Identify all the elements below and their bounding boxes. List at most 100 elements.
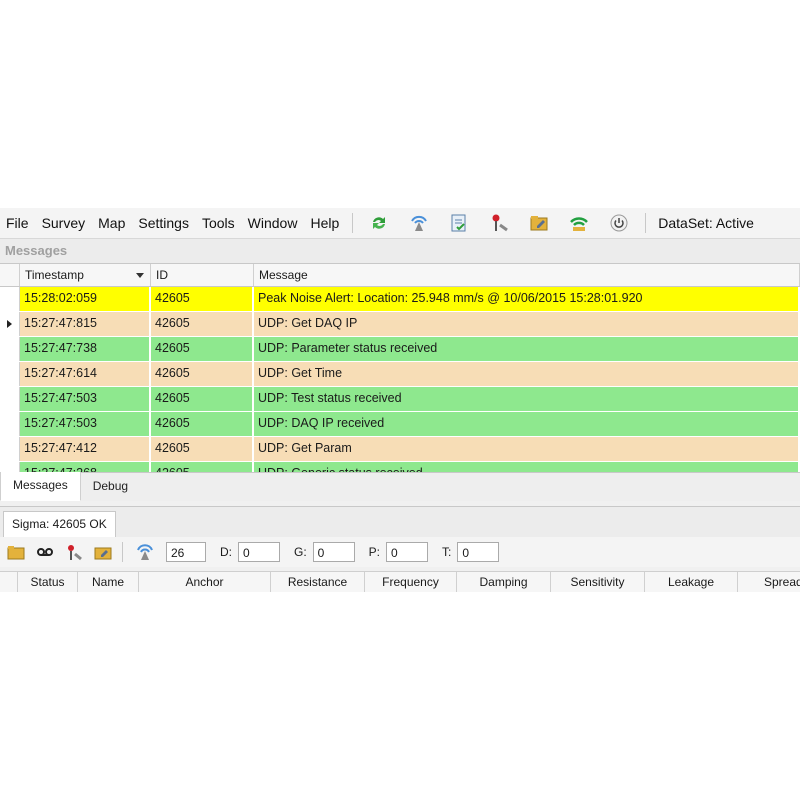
table-row[interactable]: 15:27:47:738 42605 UDP: Parameter status r… — [0, 337, 800, 362]
menu-file[interactable]: File — [0, 208, 36, 238]
timestamp-cell: 15:27:47:738 — [20, 337, 151, 361]
message-cell: UDP: Get Param — [254, 437, 800, 461]
p-label: P: — [368, 545, 381, 559]
power-icon[interactable] — [609, 213, 629, 233]
row-selector[interactable] — [0, 462, 20, 472]
d-input[interactable]: 0 — [238, 542, 280, 562]
menu-bar: File Survey Map Settings Tools Window He… — [0, 208, 800, 239]
tab-debug[interactable]: Debug — [81, 473, 140, 501]
id-cell: 42605 — [151, 287, 254, 311]
id-cell: 42605 — [151, 437, 254, 461]
dataset-status: DataSet: Active — [658, 215, 754, 231]
id-cell: 42605 — [151, 362, 254, 386]
row-selector[interactable] — [0, 337, 20, 361]
messages-grid: Timestamp ID Message 15:28:02:059 42605 Pe… — [0, 263, 800, 472]
application-window: File Survey Map Settings Tools Window He… — [0, 208, 800, 592]
table-row[interactable]: 15:27:47:412 42605 UDP: Get Param — [0, 437, 800, 462]
t-label: T: — [442, 545, 452, 559]
voicemail-icon[interactable] — [36, 543, 54, 561]
antenna-icon[interactable] — [136, 543, 154, 561]
table-row[interactable]: 15:27:47:503 42605 UDP: DAQ IP received — [0, 412, 800, 437]
table-row[interactable]: 15:27:47:26842605UDP: Generic status rec… — [0, 462, 800, 472]
row-selector-header — [0, 572, 18, 592]
message-cell: UDP: Get Time — [254, 362, 800, 386]
column-header-message[interactable]: Message — [254, 264, 800, 286]
id-cell: 42605 — [151, 412, 254, 436]
messages-grid-body: 15:28:02:059 42605 Peak Noise Alert: Locat… — [0, 287, 800, 472]
d-label: D: — [220, 545, 232, 559]
timestamp-cell: 15:27:47:815 — [20, 312, 151, 336]
antenna-icon[interactable] — [409, 213, 429, 233]
column-header-name[interactable]: Name — [78, 572, 139, 592]
messages-panel-title: Messages — [0, 239, 800, 263]
folder-edit-icon[interactable] — [529, 213, 549, 233]
document-check-icon[interactable] — [449, 213, 469, 233]
menu-settings[interactable]: Settings — [132, 208, 196, 238]
folder-icon[interactable] — [7, 543, 25, 561]
current-row-icon — [7, 320, 12, 328]
message-cell: UDP: Test status received — [254, 387, 800, 411]
column-header-leakage[interactable]: Leakage — [645, 572, 738, 592]
timestamp-cell: 15:27:47:503 — [20, 387, 151, 411]
column-header-frequency[interactable]: Frequency — [365, 572, 457, 592]
table-row[interactable]: 15:27:47:503 42605 UDP: Test status receiv… — [0, 387, 800, 412]
folder-edit-icon[interactable] — [94, 543, 112, 561]
column-header-status[interactable]: Status — [18, 572, 78, 592]
menu-survey[interactable]: Survey — [36, 208, 93, 238]
timestamp-cell: 15:27:47:412 — [20, 437, 151, 461]
toolbar-separator — [122, 542, 123, 562]
timestamp-cell: 15:28:02:059 — [20, 287, 151, 311]
sort-arrow-icon[interactable] — [136, 273, 144, 278]
g-label: G: — [294, 545, 307, 559]
column-header-resistance[interactable]: Resistance — [271, 572, 365, 592]
column-header-label: Timestamp — [25, 268, 84, 282]
row-selector[interactable] — [0, 312, 20, 336]
id-cell: 42605 — [151, 387, 254, 411]
column-header-id[interactable]: ID — [151, 264, 254, 286]
row-selector-header — [0, 264, 20, 286]
g-input[interactable]: 0 — [312, 542, 355, 562]
menu-window[interactable]: Window — [242, 208, 305, 238]
table-row[interactable]: 15:27:47:614 42605 UDP: Get Time — [0, 362, 800, 387]
column-header-sensitivity[interactable]: Sensitivity — [551, 572, 645, 592]
device-tab-strip: Sigma: 42605 OK — [0, 506, 800, 537]
column-header-spread[interactable]: Spread — [738, 572, 800, 592]
menu-tools[interactable]: Tools — [196, 208, 242, 238]
menu-map[interactable]: Map — [92, 208, 132, 238]
p-input[interactable]: 0 — [386, 542, 429, 562]
row-selector[interactable] — [0, 387, 20, 411]
wifi-alert-icon[interactable] — [569, 213, 589, 233]
tab-messages[interactable]: Messages — [0, 472, 81, 501]
message-cell: UDP: Parameter status received — [254, 337, 800, 361]
id-cell: 42605 — [151, 462, 254, 472]
messages-grid-header: Timestamp ID Message — [0, 264, 800, 287]
panel-tabs: Messages Debug — [0, 472, 800, 501]
toolbar-separator — [352, 213, 354, 233]
sensor-grid-header: Status Name Anchor Resistance Frequency … — [0, 571, 800, 592]
timestamp-cell: 15:27:47:614 — [20, 362, 151, 386]
message-cell: UDP: Generic status received — [254, 462, 800, 472]
menu-help[interactable]: Help — [304, 208, 346, 238]
device-toolbar: 26 D: 0 G: 0 P: 0 T: 0 — [0, 537, 800, 567]
id-cell: 42605 — [151, 312, 254, 336]
column-header-anchor[interactable]: Anchor — [139, 572, 271, 592]
id-cell: 42605 — [151, 337, 254, 361]
column-header-damping[interactable]: Damping — [457, 572, 551, 592]
message-cell: UDP: DAQ IP received — [254, 412, 800, 436]
pin-wrench-icon[interactable] — [489, 213, 509, 233]
timestamp-cell: 15:27:47:503 — [20, 412, 151, 436]
row-selector[interactable] — [0, 287, 20, 311]
toolbar-separator — [645, 213, 647, 233]
tab-sigma-device[interactable]: Sigma: 42605 OK — [3, 511, 116, 537]
row-selector[interactable] — [0, 362, 20, 386]
pin-wrench-icon[interactable] — [65, 543, 83, 561]
table-row[interactable]: 15:27:47:815 42605 UDP: Get DAQ IP — [0, 312, 800, 337]
sync-icon[interactable] — [369, 213, 389, 233]
column-header-timestamp[interactable]: Timestamp — [20, 264, 151, 286]
timestamp-cell: 15:27:47:268 — [20, 462, 151, 472]
row-selector[interactable] — [0, 412, 20, 436]
channel-input[interactable]: 26 — [166, 542, 206, 562]
row-selector[interactable] — [0, 437, 20, 461]
t-input[interactable]: 0 — [457, 542, 500, 562]
table-row[interactable]: 15:28:02:059 42605 Peak Noise Alert: Locat… — [0, 287, 800, 312]
